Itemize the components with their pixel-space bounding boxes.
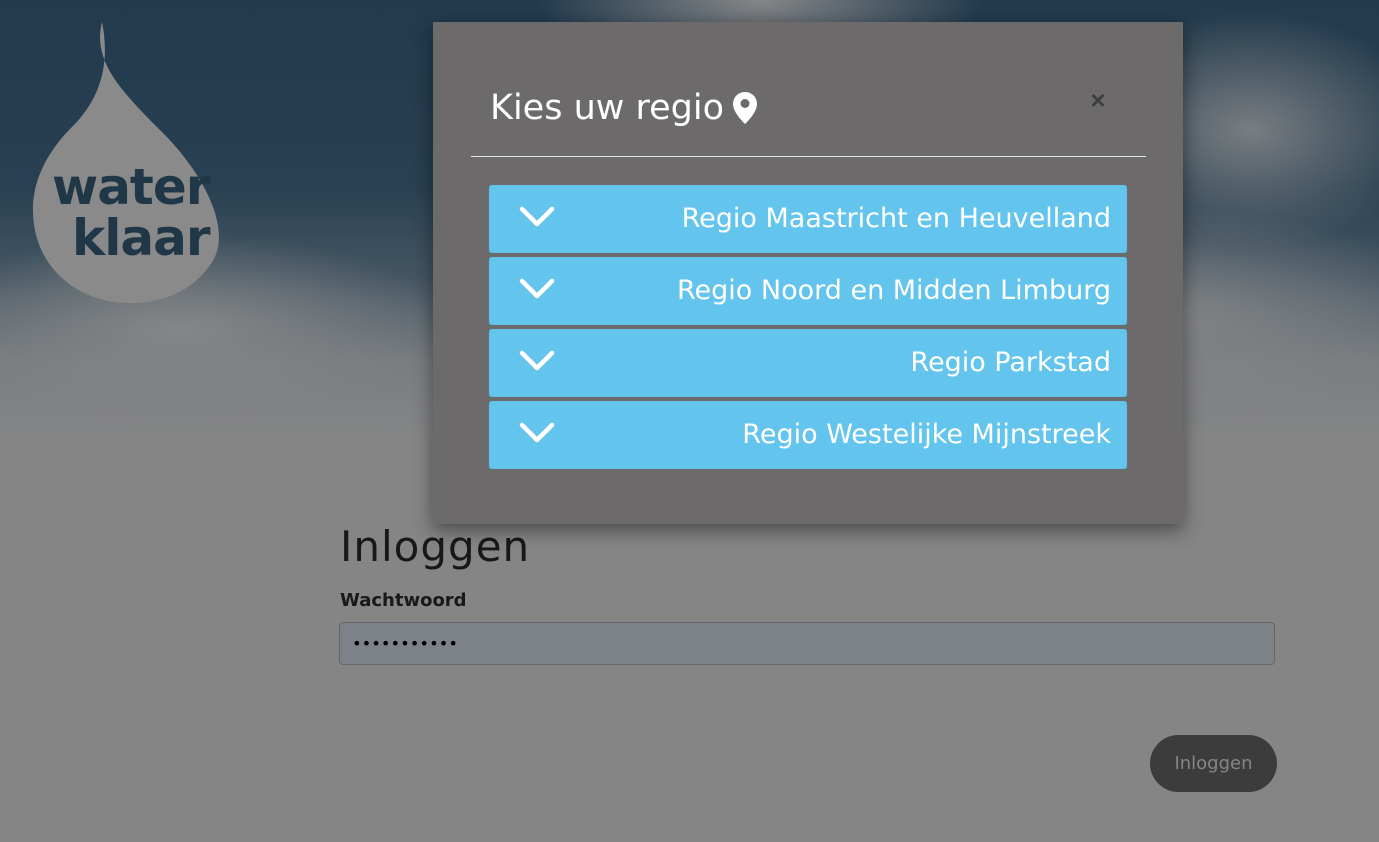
- map-pin-icon: [732, 91, 758, 134]
- region-modal: Kies uw regio × Regio Maastricht en Heuv…: [433, 22, 1183, 524]
- region-label: Regio Maastricht en Heuvelland: [681, 203, 1111, 234]
- region-label: Regio Parkstad: [910, 347, 1111, 378]
- close-button[interactable]: ×: [1083, 85, 1113, 115]
- region-label: Regio Westelijke Mijnstreek: [742, 419, 1111, 450]
- region-item-noord-midden-limburg[interactable]: Regio Noord en Midden Limburg: [489, 257, 1127, 325]
- region-label: Regio Noord en Midden Limburg: [676, 275, 1111, 306]
- chevron-down-icon: [519, 350, 555, 371]
- modal-title: Kies uw regio: [490, 88, 758, 134]
- modal-title-text: Kies uw regio: [490, 88, 725, 128]
- region-item-westelijke-mijnstreek[interactable]: Regio Westelijke Mijnstreek: [489, 401, 1127, 469]
- region-item-parkstad[interactable]: Regio Parkstad: [489, 329, 1127, 397]
- modal-divider: [471, 156, 1146, 157]
- chevron-down-icon: [519, 278, 555, 299]
- chevron-down-icon: [519, 206, 555, 227]
- region-item-maastricht-heuvelland[interactable]: Regio Maastricht en Heuvelland: [489, 185, 1127, 253]
- region-list: Regio Maastricht en Heuvelland Regio Noo…: [489, 185, 1127, 473]
- chevron-down-icon: [519, 422, 555, 443]
